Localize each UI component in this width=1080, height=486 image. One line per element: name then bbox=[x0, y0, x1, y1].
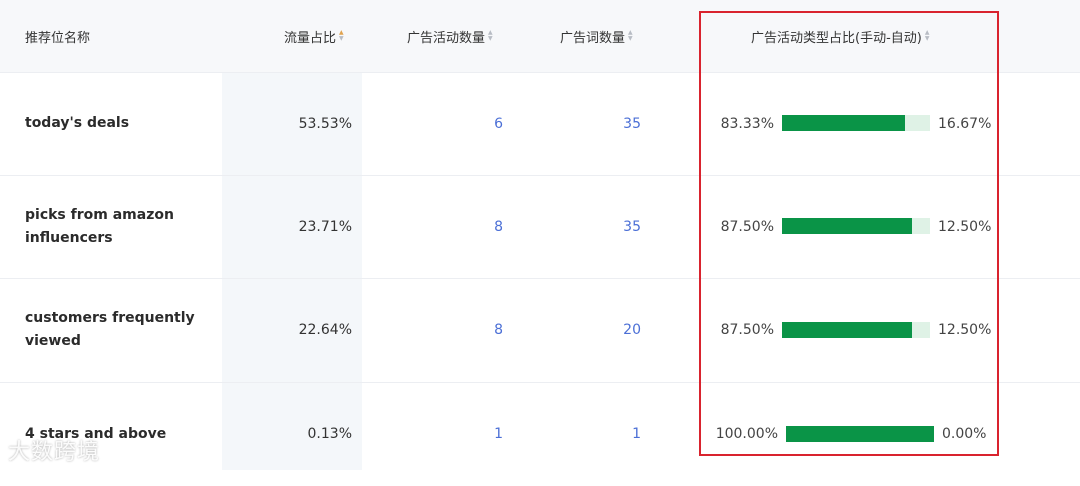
auto-percent: 12.50% bbox=[938, 322, 992, 338]
type-ratio-bar bbox=[782, 322, 930, 338]
table-row: 4 stars and above 0.13% 1 1 100.00% 0.00… bbox=[0, 382, 1080, 486]
campaign-count-link[interactable]: 8 bbox=[380, 278, 503, 382]
auto-percent: 0.00% bbox=[942, 426, 987, 442]
traffic-share: 53.53% bbox=[298, 115, 352, 132]
type-ratio-bar bbox=[782, 218, 930, 234]
campaign-count-link[interactable]: 1 bbox=[380, 382, 503, 486]
header-campaign-type-ratio[interactable]: 广告活动类型占比(手动-自动) ▲ ▼ bbox=[751, 0, 929, 72]
keyword-count-link[interactable]: 35 bbox=[520, 175, 641, 278]
table-row: customers frequently viewed 22.64% 8 20 … bbox=[0, 278, 1080, 383]
table-header: 推荐位名称 流量占比 ▲ ▼ 广告活动数量 ▲ ▼ 广告词数量 ▲ ▼ 广告活动类型占… bbox=[0, 0, 1080, 73]
auto-percent: 12.50% bbox=[938, 218, 992, 235]
header-traffic-share[interactable]: 流量占比 ▲ ▼ bbox=[284, 0, 344, 72]
manual-percent: 100.00% bbox=[715, 426, 778, 442]
manual-percent: 83.33% bbox=[720, 115, 774, 132]
keyword-count-link[interactable]: 35 bbox=[520, 72, 641, 175]
keyword-count-link[interactable]: 1 bbox=[520, 382, 641, 486]
type-ratio-bar bbox=[786, 426, 934, 442]
recommendation-table: 推荐位名称 流量占比 ▲ ▼ 广告活动数量 ▲ ▼ 广告词数量 ▲ ▼ 广告活动类型占… bbox=[0, 0, 1080, 470]
header-campaign-count[interactable]: 广告活动数量 ▲ ▼ bbox=[407, 0, 493, 72]
manual-bar-fill bbox=[786, 426, 934, 442]
header-keyword-count[interactable]: 广告词数量 ▲ ▼ bbox=[560, 0, 633, 72]
traffic-share: 22.64% bbox=[298, 322, 352, 338]
sort-icon[interactable]: ▲ ▼ bbox=[628, 30, 633, 42]
campaign-count-link[interactable]: 8 bbox=[380, 175, 503, 278]
manual-bar-fill bbox=[782, 218, 912, 234]
manual-bar-fill bbox=[782, 322, 912, 338]
placement-name: customers frequently viewed bbox=[25, 310, 195, 349]
traffic-share: 0.13% bbox=[307, 426, 352, 442]
table-row: picks from amazon influencers 23.71% 8 3… bbox=[0, 175, 1080, 279]
manual-bar-fill bbox=[782, 115, 906, 131]
sort-icon[interactable]: ▲ ▼ bbox=[925, 30, 930, 42]
auto-percent: 16.67% bbox=[938, 115, 992, 132]
sort-icon[interactable]: ▲ ▼ bbox=[339, 30, 344, 42]
traffic-share: 23.71% bbox=[298, 218, 352, 235]
header-name: 推荐位名称 bbox=[25, 30, 91, 46]
type-ratio-bar bbox=[782, 115, 930, 131]
placement-name: picks from amazon influencers bbox=[25, 206, 174, 246]
campaign-count-link[interactable]: 6 bbox=[380, 72, 503, 175]
manual-percent: 87.50% bbox=[720, 322, 774, 338]
watermark: 大数跨境 bbox=[8, 440, 101, 465]
sort-icon[interactable]: ▲ ▼ bbox=[488, 30, 493, 42]
table-row: today's deals 53.53% 6 35 83.33% 16.67% bbox=[0, 72, 1080, 176]
keyword-count-link[interactable]: 20 bbox=[520, 278, 641, 382]
manual-percent: 87.50% bbox=[720, 218, 774, 235]
placement-name: today's deals bbox=[25, 115, 130, 131]
